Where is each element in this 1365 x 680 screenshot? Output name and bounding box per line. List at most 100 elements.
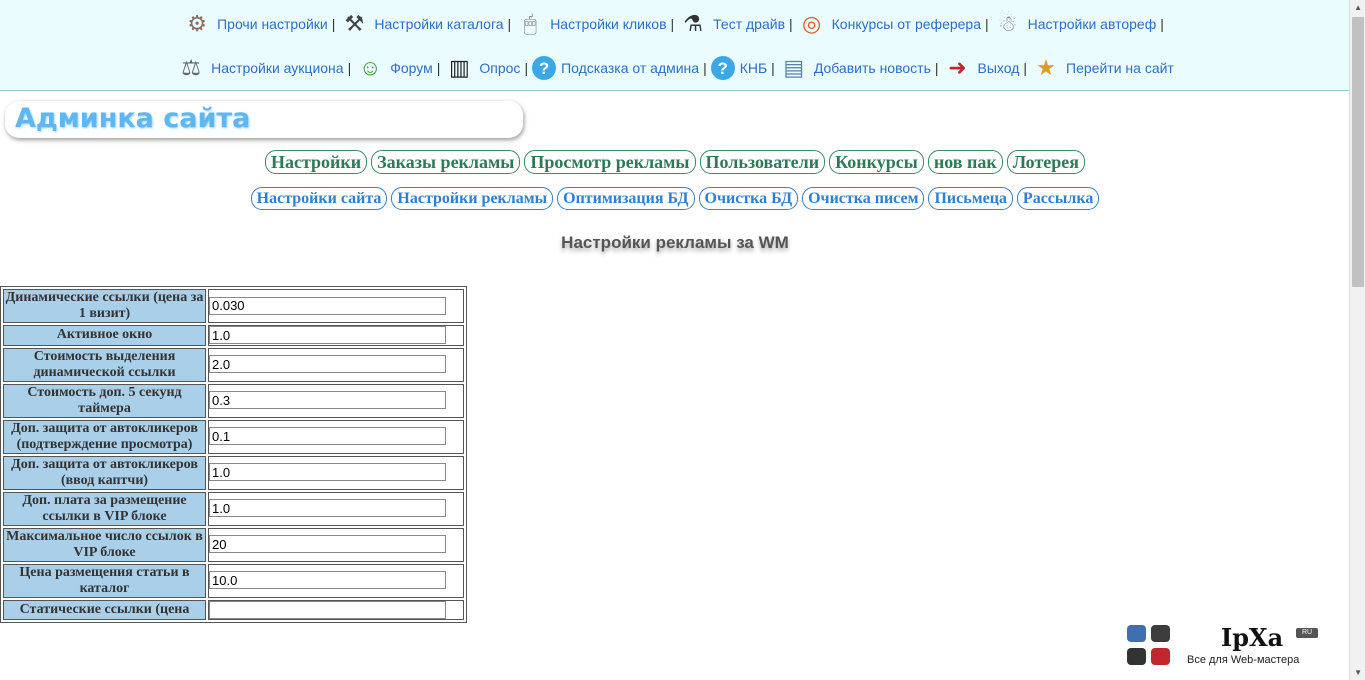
logo-square-icon bbox=[1151, 648, 1170, 665]
sub-tab[interactable]: Настройки сайта bbox=[250, 187, 388, 210]
logo-square-icon bbox=[1151, 625, 1170, 642]
top-nav-link[interactable]: ? Подсказка от админа bbox=[532, 56, 699, 80]
logo-square-icon bbox=[1127, 648, 1146, 665]
top-nav-link[interactable]: ◎ Конкурсы от реферера bbox=[797, 9, 981, 39]
scrollbar-thumb[interactable] bbox=[1352, 17, 1364, 287]
settings-row: Стоимость доп. 5 секунд таймера bbox=[3, 383, 464, 418]
top-nav-link[interactable]: ? КНБ bbox=[710, 56, 768, 80]
logo-square-icon bbox=[1127, 625, 1146, 642]
top-nav-link[interactable]: ⚒ Настройки каталога bbox=[339, 9, 503, 39]
sub-tab[interactable]: Очистка писем bbox=[802, 187, 925, 210]
sub-tab[interactable]: Рассылка bbox=[1016, 187, 1100, 210]
top-nav-label: Форум bbox=[390, 60, 433, 76]
top-nav-label: Добавить новость bbox=[813, 60, 931, 76]
scroll-down-icon[interactable]: ▼ bbox=[1354, 668, 1362, 677]
main-tab[interactable]: Заказы рекламы bbox=[371, 150, 521, 174]
setting-value-input[interactable] bbox=[209, 391, 446, 410]
setting-value-cell bbox=[208, 527, 464, 562]
ipxa-logo[interactable]: IpXa RU Все для Web-мастера bbox=[1127, 623, 1322, 670]
setting-value-input[interactable] bbox=[209, 355, 446, 374]
sub-tab[interactable]: Письмеца bbox=[928, 187, 1013, 210]
settings-row: Доп. защита от автокликеров (подтвержден… bbox=[3, 419, 464, 454]
top-nav-link[interactable]: ☺ Форум bbox=[355, 53, 433, 83]
top-nav-link[interactable]: ★ Перейти на сайт bbox=[1031, 53, 1174, 83]
main-tab[interactable]: Конкурсы bbox=[829, 150, 924, 174]
help-icon: ? bbox=[710, 56, 735, 80]
setting-label: Стоимость доп. 5 секунд таймера bbox=[3, 383, 206, 418]
admin-banner: Админка сайта bbox=[5, 101, 523, 138]
logo-badge: RU bbox=[1296, 628, 1318, 638]
top-nav-link[interactable]: ▥ Опрос bbox=[444, 53, 520, 83]
setting-label: Активное окно bbox=[3, 325, 206, 346]
sub-tab[interactable]: Настройки рекламы bbox=[391, 187, 554, 210]
setting-value-input[interactable] bbox=[209, 326, 446, 344]
top-nav-label: Настройки автореф bbox=[1027, 16, 1157, 32]
top-nav-link[interactable]: ⚗ Тест драйв bbox=[678, 9, 785, 39]
logo-tagline: Все для Web-мастера bbox=[1187, 654, 1300, 666]
nav-separator: | bbox=[703, 60, 707, 76]
top-nav-link[interactable]: ☃ Настройки автореф bbox=[993, 9, 1157, 39]
setting-value-cell bbox=[208, 455, 464, 490]
top-nav-label: Настройки каталога bbox=[374, 16, 504, 32]
news-icon: ▤ bbox=[783, 55, 805, 80]
setting-value-input[interactable] bbox=[209, 600, 446, 619]
logo-text: IpXa bbox=[1221, 623, 1284, 652]
main-tab[interactable]: Лотерея bbox=[1006, 150, 1086, 174]
top-nav-label: Тест драйв bbox=[713, 16, 786, 32]
robot-icon: ☃ bbox=[997, 11, 1018, 36]
setting-value-cell bbox=[208, 563, 464, 598]
top-nav-label: Подсказка от админа bbox=[561, 60, 700, 76]
vertical-scrollbar[interactable]: ▲ ▼ bbox=[1349, 0, 1365, 680]
nav-separator: | bbox=[436, 60, 441, 76]
nav-separator: | bbox=[524, 60, 529, 76]
top-nav-link[interactable]: ⚖ Настройки аукциона bbox=[176, 53, 343, 83]
top-nav-label: Конкурсы от реферера bbox=[831, 16, 981, 32]
setting-value-cell bbox=[208, 383, 464, 418]
top-navigation: ⚙ Прочи настройки | ⚒ Настройки каталога | 🖱 На… bbox=[0, 0, 1350, 91]
gavel-icon: ⚖ bbox=[181, 55, 201, 80]
scroll-up-icon[interactable]: ▲ bbox=[1354, 3, 1362, 12]
setting-value-cell bbox=[208, 419, 464, 454]
setting-label: Максимальное число ссылок в VIP блоке bbox=[3, 527, 206, 562]
sub-tab[interactable]: Оптимизация БД bbox=[557, 187, 695, 210]
settings-row: Максимальное число ссылок в VIP блоке bbox=[3, 527, 464, 562]
main-tab[interactable]: Настройки bbox=[264, 150, 368, 174]
setting-value-input[interactable] bbox=[209, 535, 446, 554]
top-nav-label: Настройки аукциона bbox=[211, 60, 344, 76]
sub-tabs: Настройки сайта Настройки рекламы Оптимиза… bbox=[0, 187, 1350, 210]
top-nav-label: Прочи настройки bbox=[217, 16, 328, 32]
sub-tab[interactable]: Очистка БД bbox=[698, 187, 799, 210]
top-nav-link[interactable]: 🖱 Настройки кликов bbox=[515, 9, 667, 39]
setting-label: Доп. защита от автокликеров (ввод каптчи… bbox=[3, 455, 206, 490]
nav-separator: | bbox=[331, 16, 336, 32]
setting-value-input[interactable] bbox=[209, 463, 446, 482]
setting-label: Цена размещения статьи в каталог bbox=[3, 563, 206, 598]
settings-table: Динамические ссылки (цена за 1 визит)Акт… bbox=[0, 286, 467, 623]
main-tabs: Настройки Заказы рекламы Просмотр рекламы П… bbox=[0, 150, 1350, 174]
page-title: Админка сайта bbox=[15, 103, 251, 134]
setting-label: Доп. защита от автокликеров (подтвержден… bbox=[3, 419, 206, 454]
main-tab[interactable]: Просмотр рекламы bbox=[524, 150, 696, 174]
forum-icon: ☺ bbox=[358, 55, 382, 80]
setting-value-input[interactable] bbox=[209, 499, 446, 518]
main-tab[interactable]: нов пак bbox=[927, 150, 1003, 174]
settings-row: Доп. защита от автокликеров (ввод каптчи… bbox=[3, 455, 464, 490]
nav-separator: | bbox=[670, 16, 675, 32]
top-nav-link[interactable]: ⚙ Прочи настройки bbox=[182, 9, 328, 39]
top-nav-link[interactable]: ▤ Добавить новость bbox=[779, 53, 931, 83]
setting-label: Доп. плата за размещение ссылки в VIP бл… bbox=[3, 491, 206, 526]
target-icon: ◎ bbox=[802, 11, 822, 36]
poll-icon: ▥ bbox=[448, 55, 470, 80]
settings-row: Активное окно bbox=[3, 325, 464, 346]
main-tab[interactable]: Пользователи bbox=[699, 150, 826, 174]
setting-label: Статические ссылки (цена bbox=[3, 599, 206, 620]
setting-value-input[interactable] bbox=[209, 427, 446, 446]
runner-icon: ★ bbox=[1036, 55, 1056, 80]
setting-value-input[interactable] bbox=[209, 296, 446, 315]
top-nav-link[interactable]: ➜ Выход bbox=[943, 53, 1019, 83]
top-nav-label: Опрос bbox=[479, 60, 521, 76]
top-nav-label: КНБ bbox=[739, 60, 768, 76]
setting-value-input[interactable] bbox=[209, 571, 446, 590]
exit-icon: ➜ bbox=[948, 55, 967, 80]
top-nav-row-1: ⚙ Прочи настройки | ⚒ Настройки каталога | 🖱 На… bbox=[0, 2, 1350, 46]
